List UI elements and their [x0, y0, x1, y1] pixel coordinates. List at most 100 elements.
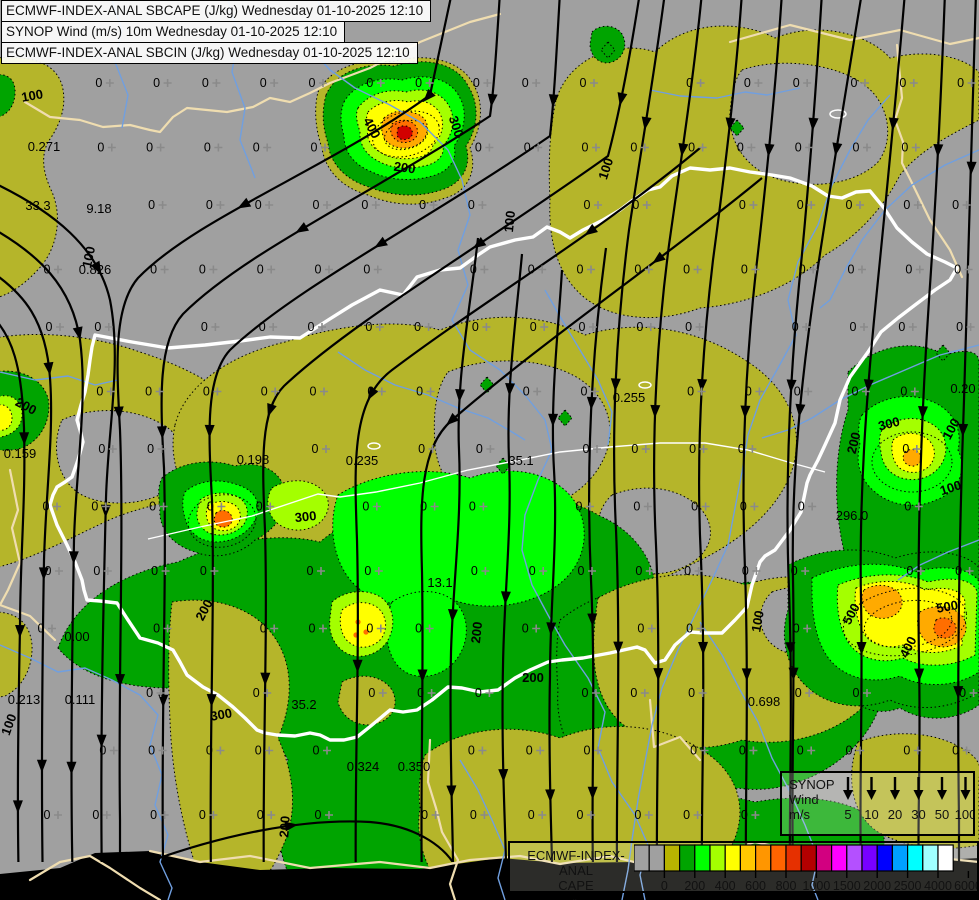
grid-zero-label: 0: [637, 622, 644, 636]
gridpoint-cross-icon: [158, 746, 167, 755]
grid-zero-label: 0: [632, 198, 639, 212]
grid-zero-label: 0: [793, 622, 800, 636]
grid-zero-label: 0: [528, 263, 535, 277]
cape-region: [933, 617, 957, 639]
cin-value-label: 35.1: [508, 453, 533, 468]
grid-zero-label: 0: [690, 744, 697, 758]
grid-zero-label: 0: [582, 141, 589, 155]
cin-value-label: 0.271: [28, 139, 61, 154]
gridpoint-cross-icon: [104, 323, 113, 331]
streamline-arrowhead: [68, 551, 79, 565]
cape-swatch: [678, 844, 696, 872]
grid-zero-label: 0: [98, 442, 105, 456]
cape-swatch: [846, 844, 863, 872]
cape-swatch: [648, 844, 665, 872]
grid-zero-label: 0: [206, 744, 213, 758]
streamline-arrowhead: [295, 222, 309, 234]
grid-zero-label: 0: [900, 385, 907, 399]
cape-tick-label: 1500: [833, 879, 861, 891]
grid-zero-label: 0: [420, 500, 427, 514]
grid-zero-label: 0: [522, 622, 529, 636]
cape-tick-label: 6000: [954, 879, 977, 891]
wind-speed-label: 100: [955, 807, 973, 822]
cin-value-label: 0.213: [8, 692, 41, 707]
grid-zero-label: 0: [635, 564, 642, 578]
grid-zero-label: 0: [368, 686, 375, 700]
grid-zero-label: 0: [206, 198, 213, 212]
cin-value-label: 0.255: [613, 390, 646, 405]
cin-value-label: 0.698: [748, 694, 781, 709]
gridpoint-cross-icon: [480, 265, 489, 274]
grid-zero-label: 0: [634, 263, 641, 277]
grid-zero-label: 0: [203, 385, 210, 399]
grid-zero-label: 0: [740, 500, 747, 514]
streamline-arrowhead: [237, 197, 252, 209]
down-arrow-icon: [843, 790, 853, 800]
grid-zero-label: 0: [797, 744, 804, 758]
grid-zero-label: 0: [957, 76, 964, 90]
gridpoint-cross-icon: [808, 502, 817, 511]
cape-tick-label: 2000: [863, 879, 891, 891]
grid-zero-label: 0: [739, 198, 746, 212]
cape-swatch: [694, 844, 711, 872]
grid-zero-label: 0: [312, 442, 319, 456]
grid-zero-label: 0: [955, 564, 962, 578]
grid-zero-label: 0: [95, 76, 102, 90]
grid-zero-label: 0: [419, 198, 426, 212]
grid-zero-label: 0: [421, 808, 428, 822]
grid-zero-label: 0: [584, 198, 591, 212]
grid-zero-label: 0: [742, 564, 749, 578]
grid-zero-label: 0: [524, 141, 531, 155]
grid-zero-label: 0: [38, 622, 45, 636]
gridpoint-cross-icon: [163, 79, 172, 87]
grid-zero-label: 0: [852, 385, 859, 399]
grid-zero-label: 0: [146, 686, 153, 700]
grid-zero-label: 0: [799, 263, 806, 277]
grid-zero-label: 0: [793, 76, 800, 90]
grid-zero-label: 0: [315, 263, 322, 277]
contour-value-label: 300: [294, 508, 317, 525]
grid-zero-label: 0: [850, 320, 857, 334]
grid-zero-label: 0: [150, 263, 157, 277]
gridpoint-cross-icon: [371, 201, 380, 209]
grid-zero-label: 0: [956, 320, 963, 334]
grid-zero-label: 0: [153, 76, 160, 90]
grid-zero-label: 0: [414, 320, 421, 334]
grid-zero-label: 0: [959, 686, 966, 700]
cape-legend-title: ECMWF-INDEX-ANAL CAPE J/kg: [510, 843, 634, 900]
cape-tick-label: 4000: [924, 879, 952, 891]
grid-zero-label: 0: [522, 76, 529, 90]
grid-zero-label: 0: [899, 76, 906, 90]
grid-zero-label: 0: [741, 808, 748, 822]
grid-zero-label: 0: [475, 141, 482, 155]
gridpoint-cross-icon: [483, 79, 492, 87]
grid-zero-label: 0: [145, 385, 152, 399]
grid-zero-label: 0: [630, 141, 637, 155]
down-arrow-icon: [960, 790, 971, 800]
cape-legend-colorbar: 0 200 400 600 800 100015002000250040006000: [633, 843, 979, 893]
grid-zero-label: 0: [581, 385, 588, 399]
grid-zero-label: 0: [476, 442, 483, 456]
cape-swatch: [785, 844, 802, 872]
grid-zero-label: 0: [580, 76, 587, 90]
cape-swatch: [815, 844, 833, 872]
grid-zero-label: 0: [471, 564, 478, 578]
grid-zero-label: 0: [199, 808, 206, 822]
grid-zero-label: 0: [685, 320, 692, 334]
grid-zero-label: 0: [148, 198, 155, 212]
gridpoint-cross-icon: [214, 143, 223, 152]
cape-swatch: [709, 844, 726, 872]
grid-zero-label: 0: [903, 744, 910, 758]
grid-zero-label: 0: [738, 442, 745, 456]
grid-zero-label: 0: [44, 808, 51, 822]
cin-value-label: 0.20: [950, 381, 975, 396]
grid-zero-label: 0: [200, 564, 207, 578]
grid-zero-label: 0: [737, 141, 744, 155]
grid-zero-label: 0: [253, 141, 260, 155]
grid-zero-label: 0: [361, 198, 368, 212]
wind-legend: SYNOP Wind m/s 5 10 20 30 50 100: [780, 771, 976, 836]
gridpoint-cross-icon: [160, 265, 169, 274]
grid-zero-label: 0: [469, 500, 476, 514]
grid-zero-label: 0: [309, 76, 316, 90]
grid-zero-label: 0: [199, 263, 206, 277]
